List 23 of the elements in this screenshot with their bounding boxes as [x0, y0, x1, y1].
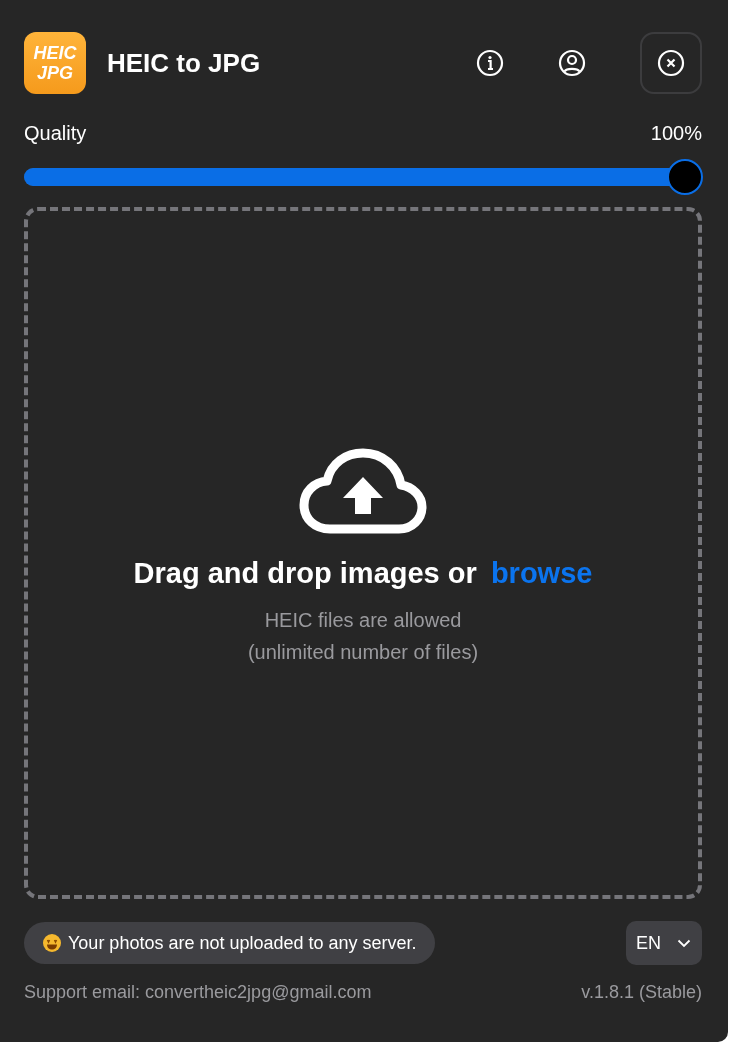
language-dropdown[interactable]: EN	[626, 921, 702, 965]
smiley-icon	[42, 933, 62, 953]
version-label: v.1.8.1 (Stable)	[581, 982, 702, 1003]
quality-value: 100%	[650, 122, 702, 145]
upload-cloud-icon	[298, 446, 428, 535]
slider-thumb[interactable]	[667, 159, 703, 195]
close-button[interactable]	[640, 32, 702, 94]
drop-instruction: Drag and drop images or browse	[133, 556, 593, 590]
notice-text: Your photos are not uploaded to any server.	[68, 932, 417, 954]
account-button[interactable]	[558, 49, 586, 77]
support-email: Support email: convertheic2jpg@gmail.com	[24, 982, 372, 1003]
user-icon	[558, 49, 586, 77]
drop-zone[interactable]: Drag and drop images or browse HEIC files are allowed (unlimited number of files)	[24, 207, 702, 899]
info-button[interactable]	[476, 49, 504, 77]
hint-text: HEIC files are allowed	[264, 607, 462, 633]
hint-text: (unlimited number of files)	[247, 639, 479, 665]
quality-slider[interactable]	[24, 159, 702, 195]
close-icon	[657, 49, 685, 77]
app-logo: HEIC JPG	[24, 32, 86, 94]
app-title: HEIC to JPG	[107, 47, 261, 79]
quality-label: Quality	[24, 122, 87, 145]
chevron-down-icon	[677, 938, 691, 948]
info-icon	[476, 49, 504, 77]
